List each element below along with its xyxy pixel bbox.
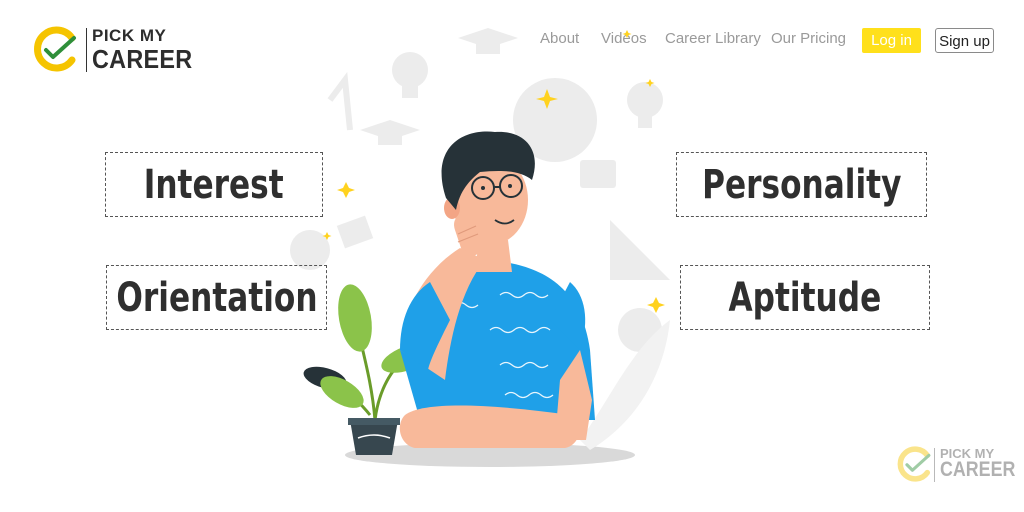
- logo-check-icon: [34, 26, 76, 72]
- orientation-label-box: Orientation: [106, 265, 327, 330]
- watermark-check-icon: [897, 446, 931, 482]
- signup-button[interactable]: Sign up: [935, 28, 994, 53]
- aptitude-label-box: Aptitude: [680, 265, 930, 330]
- personality-label-box: Personality: [676, 152, 927, 217]
- interest-label-box: Interest: [105, 152, 323, 217]
- watermark-divider: [934, 448, 935, 482]
- watermark-logo: PICK MY CAREER: [896, 444, 1015, 488]
- nav-pricing-link[interactable]: Our Pricing: [771, 30, 846, 47]
- orientation-label: Orientation: [115, 274, 318, 321]
- thinking-person: [399, 131, 595, 448]
- logo-text-top: PICK MY: [92, 26, 167, 45]
- hero-illustration: [290, 28, 670, 467]
- brand-logo[interactable]: PICK MY CAREER: [32, 24, 192, 76]
- personality-label: Personality: [701, 161, 902, 208]
- login-button[interactable]: Log in: [862, 28, 921, 53]
- watermark-text-bottom: CAREER: [940, 458, 1016, 481]
- interest-label: Interest: [144, 161, 284, 208]
- logo-divider: [86, 28, 87, 72]
- aptitude-label: Aptitude: [728, 274, 882, 321]
- logo-text-bottom: CAREER: [92, 44, 193, 74]
